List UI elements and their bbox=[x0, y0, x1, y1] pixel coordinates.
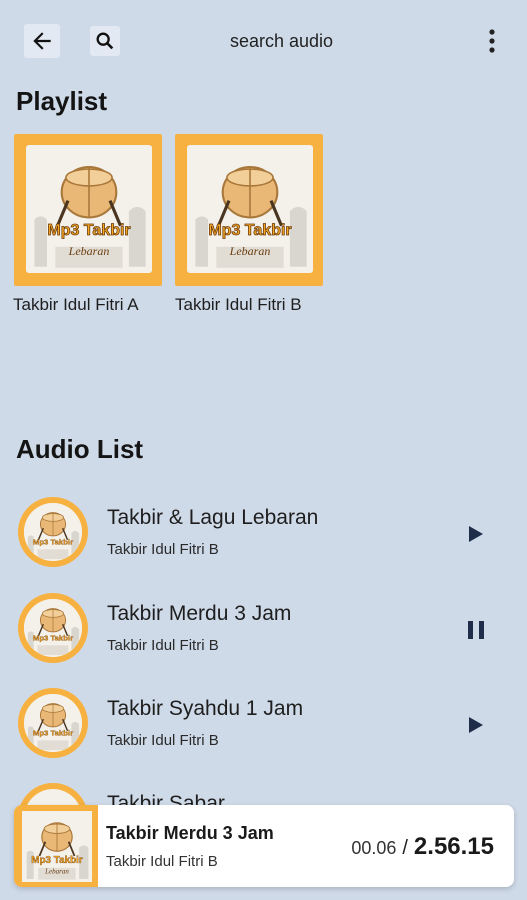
audio-subtitle: Takbir Idul Fitri B bbox=[107, 637, 219, 654]
audio-title: Takbir Syahdu 1 Jam bbox=[107, 697, 304, 720]
svg-text:Mp3 Takbir: Mp3 Takbir bbox=[31, 855, 83, 866]
play-button[interactable] bbox=[460, 518, 492, 550]
overflow-menu-button[interactable] bbox=[480, 26, 504, 56]
elapsed-time: 00.06 bbox=[351, 838, 397, 858]
now-playing-subtitle: Takbir Idul Fitri B bbox=[106, 853, 218, 870]
audio-list-item[interactable]: Mp3 Takbir Takbir & Lagu Lebaran Takbir … bbox=[0, 494, 527, 584]
audio-thumbnail: Mp3 Takbir bbox=[18, 688, 88, 758]
audio-title: Takbir Merdu 3 Jam bbox=[107, 602, 292, 625]
audio-title: Takbir & Lagu Lebaran bbox=[107, 506, 319, 529]
audio-thumbnail: Mp3 Takbir bbox=[18, 497, 88, 567]
total-duration: 2.56.15 bbox=[413, 833, 494, 860]
audio-list-heading: Audio List bbox=[16, 434, 144, 464]
now-playing-bar[interactable]: Mp3 Takbir Lebaran Takbir Merdu 3 Jam Tak… bbox=[14, 805, 514, 887]
audio-thumbnail: Mp3 Takbir bbox=[18, 593, 88, 663]
pause-icon bbox=[468, 621, 484, 639]
playlist-card-label: Takbir Idul Fitri B bbox=[175, 295, 302, 314]
playlist-heading: Playlist bbox=[16, 86, 108, 116]
svg-text:Mp3 Takbir: Mp3 Takbir bbox=[33, 634, 73, 643]
now-playing-title: Takbir Merdu 3 Jam bbox=[106, 823, 274, 843]
search-input[interactable]: search audio bbox=[230, 31, 333, 52]
search-button[interactable] bbox=[90, 26, 120, 56]
playlist-card[interactable]: Mp3 Takbir Lebaran bbox=[14, 134, 162, 286]
svg-text:Lebaran: Lebaran bbox=[44, 868, 69, 876]
audio-list-item[interactable]: Mp3 Takbir Takbir Syahdu 1 Jam Takbir Id… bbox=[0, 685, 527, 775]
svg-text:Mp3 Takbir: Mp3 Takbir bbox=[33, 729, 73, 738]
pause-button[interactable] bbox=[460, 614, 492, 646]
play-icon bbox=[469, 526, 483, 542]
back-button[interactable] bbox=[24, 24, 60, 58]
now-playing-artwork: Mp3 Takbir Lebaran bbox=[14, 805, 98, 887]
play-icon bbox=[469, 717, 483, 733]
art-subtitle: Lebaran bbox=[229, 244, 271, 258]
time-separator: / bbox=[402, 837, 408, 859]
audio-subtitle: Takbir Idul Fitri B bbox=[107, 732, 219, 749]
playlist-artwork: Mp3 Takbir Lebaran bbox=[175, 134, 323, 286]
playlist-card[interactable]: Mp3 Takbir Lebaran bbox=[175, 134, 323, 286]
audio-subtitle: Takbir Idul Fitri B bbox=[107, 541, 219, 558]
search-icon bbox=[96, 32, 114, 50]
audio-list-item[interactable]: Mp3 Takbir Takbir Merdu 3 Jam Takbir Idu… bbox=[0, 590, 527, 680]
playback-time: 00.06 / 2.56.15 bbox=[351, 833, 494, 861]
art-title: Mp3 Takbir bbox=[208, 222, 291, 239]
arrow-left-icon bbox=[33, 32, 51, 50]
play-button[interactable] bbox=[460, 709, 492, 741]
top-bar: search audio bbox=[0, 0, 527, 80]
svg-text:Mp3 Takbir: Mp3 Takbir bbox=[33, 538, 73, 547]
art-subtitle: Lebaran bbox=[68, 244, 110, 258]
playlist-card-label: Takbir Idul Fitri A bbox=[13, 295, 139, 314]
playlist-artwork: Mp3 Takbir Lebaran bbox=[14, 134, 162, 286]
art-title: Mp3 Takbir bbox=[47, 222, 130, 239]
more-vertical-icon bbox=[489, 29, 495, 53]
